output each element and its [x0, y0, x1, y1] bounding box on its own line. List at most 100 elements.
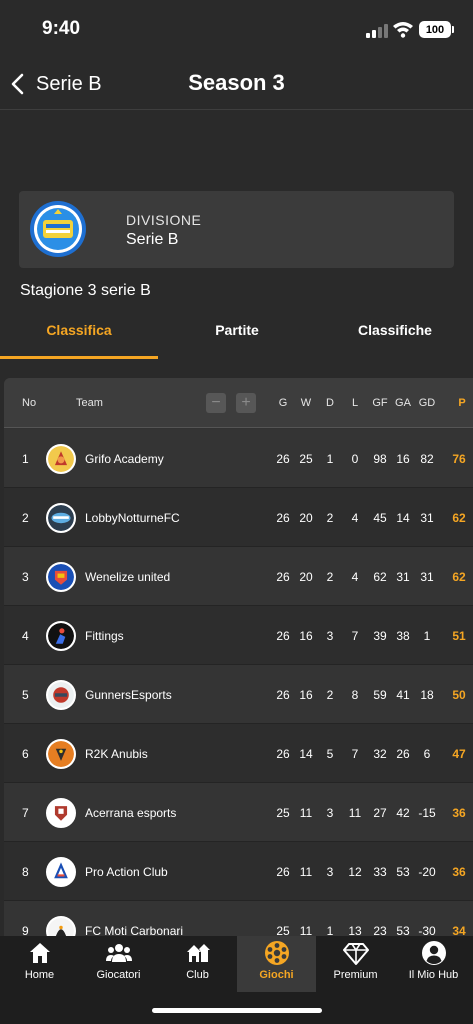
division-card[interactable]: DIVISIONE Serie B: [19, 191, 454, 268]
signal-icon: [366, 24, 388, 38]
team-name: Fittings: [85, 629, 124, 643]
active-tab-indicator: [0, 356, 158, 359]
stat-g: 25: [276, 924, 290, 936]
stat-points: 47: [452, 747, 466, 761]
stat-gd: 1: [423, 629, 431, 643]
battery-icon: 100: [419, 21, 451, 38]
stat-g: 26: [276, 747, 290, 761]
stat-ga: 31: [396, 570, 410, 584]
nav-club[interactable]: Club: [158, 936, 237, 992]
nav-home[interactable]: Home: [0, 936, 79, 992]
table-row[interactable]: 3 Wenelize united 26 20 2 4 62 31 31 62: [4, 547, 473, 606]
team-logo-grifo: [46, 444, 76, 474]
header-p: P: [458, 397, 466, 409]
stat-d: 1: [326, 924, 334, 936]
stat-points: 50: [452, 688, 466, 702]
stat-gf: 59: [373, 688, 387, 702]
stat-l: 11: [348, 806, 362, 820]
stat-ga: 53: [396, 924, 410, 936]
stat-ga: 26: [396, 747, 410, 761]
nav-giochi[interactable]: Giochi: [237, 936, 316, 992]
stat-w: 11: [299, 924, 313, 936]
season-subtitle: Stagione 3 serie B: [20, 282, 151, 299]
tab-classifiche[interactable]: Classifiche: [316, 322, 473, 338]
stat-g: 26: [276, 452, 290, 466]
back-label: Serie B: [36, 72, 102, 95]
nav-label: Home: [24, 969, 55, 981]
team-name: Grifo Academy: [85, 452, 164, 466]
stat-ga: 53: [396, 865, 410, 879]
stat-l: 13: [348, 924, 362, 936]
stat-g: 26: [276, 570, 290, 584]
stat-points: 76: [452, 452, 466, 466]
table-row[interactable]: 5 GunnersEsports 26 16 2 8 59 41 18 50: [4, 665, 473, 724]
tabs: Classifica Partite Classifiche: [0, 310, 473, 360]
team-name: Pro Action Club: [85, 865, 168, 879]
stat-d: 2: [326, 570, 334, 584]
standings-table: No Team − + G W D L GF GA GD P 1 Grifo A…: [4, 378, 473, 936]
team-name: R2K Anubis: [85, 747, 148, 761]
team-logo-gunners: [46, 680, 76, 710]
nav-il-mio-hub[interactable]: Il Mio Hub: [394, 936, 473, 992]
nav-label: Il Mio Hub: [408, 969, 459, 981]
header-d: D: [326, 397, 334, 409]
stat-l: 7: [351, 747, 359, 761]
nav-giocatori[interactable]: Giocatori: [79, 936, 158, 992]
table-row[interactable]: 9 FC Moti Carbonari 25 11 1 13 23 53 -30…: [4, 901, 473, 936]
back-button[interactable]: Serie B: [8, 70, 102, 98]
stat-gf: 27: [373, 806, 387, 820]
table-row[interactable]: 4 Fittings 26 16 3 7 39 38 1 51: [4, 606, 473, 665]
tab-classifica[interactable]: Classifica: [0, 322, 158, 338]
stat-points: 62: [452, 570, 466, 584]
stat-ga: 41: [396, 688, 410, 702]
stat-d: 3: [326, 806, 334, 820]
stat-ga: 42: [396, 806, 410, 820]
team-name: LobbyNotturneFC: [85, 511, 180, 525]
table-row[interactable]: 7 Acerrana esports 25 11 3 11 27 42 -15 …: [4, 783, 473, 842]
team-name: Wenelize united: [85, 570, 171, 584]
nav-label: Club: [186, 969, 209, 981]
status-bar: 9:40 100: [0, 0, 473, 58]
stat-gd: -15: [418, 806, 436, 820]
stat-gd: -20: [418, 865, 436, 879]
nav-premium[interactable]: Premium: [316, 936, 395, 992]
stat-points: 36: [452, 806, 466, 820]
row-position: 7: [22, 806, 29, 820]
header-gd: GD: [418, 397, 436, 409]
wifi-icon: [393, 22, 413, 38]
team-logo-lobbynotturne: [46, 503, 76, 533]
nav-label: Giochi: [259, 969, 294, 981]
team-logo-wenelize: [46, 562, 76, 592]
stat-l: 0: [351, 452, 359, 466]
header-w: W: [300, 397, 312, 409]
collapse-columns-button[interactable]: −: [206, 393, 226, 413]
stat-w: 20: [299, 570, 313, 584]
stat-d: 1: [326, 452, 334, 466]
row-position: 6: [22, 747, 29, 761]
expand-columns-button[interactable]: +: [236, 393, 256, 413]
stat-g: 26: [276, 688, 290, 702]
table-row[interactable]: 6 R2K Anubis 26 14 5 7 32 26 6 47: [4, 724, 473, 783]
stat-gd: 82: [420, 452, 434, 466]
stat-w: 16: [299, 629, 313, 643]
stat-l: 8: [351, 688, 359, 702]
tab-partite[interactable]: Partite: [158, 322, 316, 338]
stat-points: 34: [452, 924, 466, 936]
home-indicator: [152, 1008, 322, 1013]
nav-label: Premium: [333, 969, 378, 981]
stat-w: 11: [299, 865, 313, 879]
stat-l: 12: [348, 865, 362, 879]
stat-w: 25: [299, 452, 313, 466]
team-logo-pro-action: [46, 857, 76, 887]
team-logo-r2k-anubis: [46, 739, 76, 769]
row-position: 4: [22, 629, 29, 643]
ball-icon: [265, 941, 289, 965]
row-position: 9: [22, 924, 29, 936]
stat-gf: 39: [373, 629, 387, 643]
status-time: 9:40: [42, 18, 81, 39]
home-icon: [30, 943, 50, 963]
table-row[interactable]: 8 Pro Action Club 26 11 3 12 33 53 -20 3…: [4, 842, 473, 901]
table-row[interactable]: 2 LobbyNotturneFC 26 20 2 4 45 14 31 62: [4, 488, 473, 547]
stat-l: 4: [351, 511, 359, 525]
table-row[interactable]: 1 Grifo Academy 26 25 1 0 98 16 82 76: [4, 429, 473, 488]
